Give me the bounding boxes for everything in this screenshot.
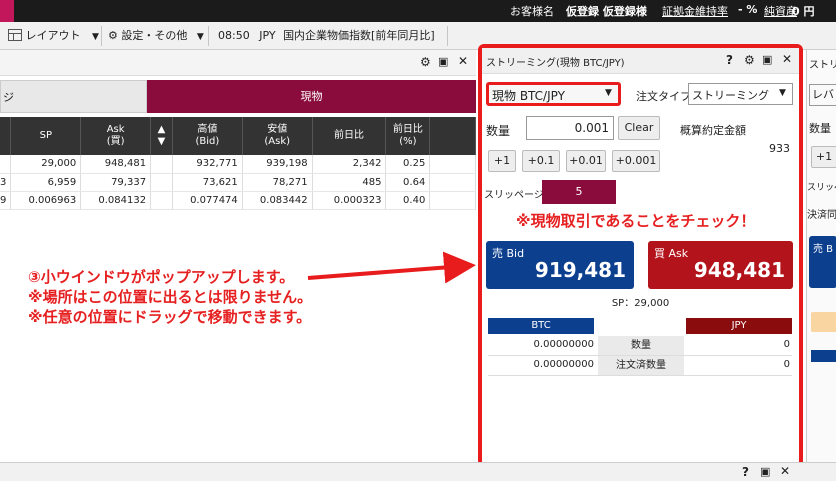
pos-row-label: 注文済数量 xyxy=(598,356,684,375)
slippage-input[interactable]: 5 xyxy=(542,180,616,204)
second-popup-button[interactable] xyxy=(811,312,836,332)
step-button[interactable]: +0.1 xyxy=(522,150,560,172)
pos-jpy-value: 0 xyxy=(783,339,790,350)
annotation-check-spot: ※現物取引であることをチェック！ xyxy=(516,212,756,230)
help-icon[interactable]: ? xyxy=(742,465,749,479)
popup-title: ストリーミング(現物 BTC/JPY) xyxy=(486,58,625,69)
streaming-order-popup[interactable]: ストリーミング(現物 BTC/JPY) ? ⚙ ▣ ✕ 現物 BTC/JPY ▼… xyxy=(478,44,803,467)
spread-text: SP：29,000 xyxy=(611,298,670,309)
pos-jpy-value: 0 xyxy=(783,359,790,370)
pos-header-jpy: JPY xyxy=(686,318,792,334)
order-type-value: ストリーミング xyxy=(692,89,769,102)
second-popup-settle: 決済同 xyxy=(807,210,836,221)
second-popup-sell[interactable]: 売 B xyxy=(809,236,836,288)
close-icon[interactable]: ✕ xyxy=(782,52,792,66)
buy-price: 948,481 xyxy=(693,258,785,282)
second-popup-step[interactable]: +1 xyxy=(811,146,836,168)
position-row: 0.00000000 注文済数量 0 xyxy=(488,356,792,376)
chevron-down-icon: ▼ xyxy=(779,88,786,98)
popup-title-bar[interactable]: ストリーミング(現物 BTC/JPY) ? ⚙ ▣ ✕ xyxy=(482,48,799,74)
sell-button[interactable]: 売 Bid 919,481 xyxy=(486,241,634,289)
second-popup-symbol[interactable]: レバ xyxy=(809,84,836,106)
second-popup-edge: ストリ レバ 数量 +1 スリッペ 決済同 売 B xyxy=(806,50,836,462)
step-button[interactable]: +0.01 xyxy=(566,150,606,172)
window-icon[interactable]: ▣ xyxy=(762,53,772,66)
pos-row-label: 数量 xyxy=(598,336,684,355)
order-type-select[interactable]: ストリーミング ▼ xyxy=(688,83,793,105)
step-button[interactable]: +1 xyxy=(488,150,516,172)
slippage-label: スリッページ xyxy=(484,190,544,201)
second-popup-slip: スリッペ xyxy=(807,183,836,193)
est-amount-label: 概算約定金額 xyxy=(680,124,746,137)
symbol-value: 現物 BTC/JPY xyxy=(492,89,565,103)
help-icon[interactable]: ? xyxy=(726,53,733,67)
chevron-down-icon: ▼ xyxy=(605,88,612,98)
order-type-label: 注文タイプ xyxy=(636,90,691,103)
pos-btc-value: 0.00000000 xyxy=(533,339,594,350)
pos-header-btc: BTC xyxy=(488,318,594,334)
qty-input[interactable]: 0.001 xyxy=(526,116,614,140)
second-popup-qty: 数量 xyxy=(809,122,831,135)
window-icon[interactable]: ▣ xyxy=(760,465,770,478)
gear-icon[interactable]: ⚙ xyxy=(744,53,755,67)
sell-label: 売 Bid xyxy=(492,247,525,260)
arrow-to-popup xyxy=(307,251,476,284)
symbol-select[interactable]: 現物 BTC/JPY ▼ xyxy=(486,82,621,106)
position-row: 0.00000000 数量 0 xyxy=(488,336,792,356)
second-popup-header xyxy=(811,350,836,362)
clear-button[interactable]: Clear xyxy=(618,116,660,140)
close-icon[interactable]: ✕ xyxy=(780,464,790,478)
sell-price: 919,481 xyxy=(534,258,626,282)
buy-label: 買 Ask xyxy=(654,247,689,260)
second-popup-title: ストリ xyxy=(809,60,836,71)
est-amount-value: 933 xyxy=(769,142,790,155)
step-button[interactable]: +0.001 xyxy=(612,150,660,172)
pos-btc-value: 0.00000000 xyxy=(533,359,594,370)
bottom-panel-header: ? ▣ ✕ xyxy=(0,462,836,481)
buy-button[interactable]: 買 Ask 948,481 xyxy=(648,241,793,289)
qty-label: 数量 xyxy=(486,124,511,138)
